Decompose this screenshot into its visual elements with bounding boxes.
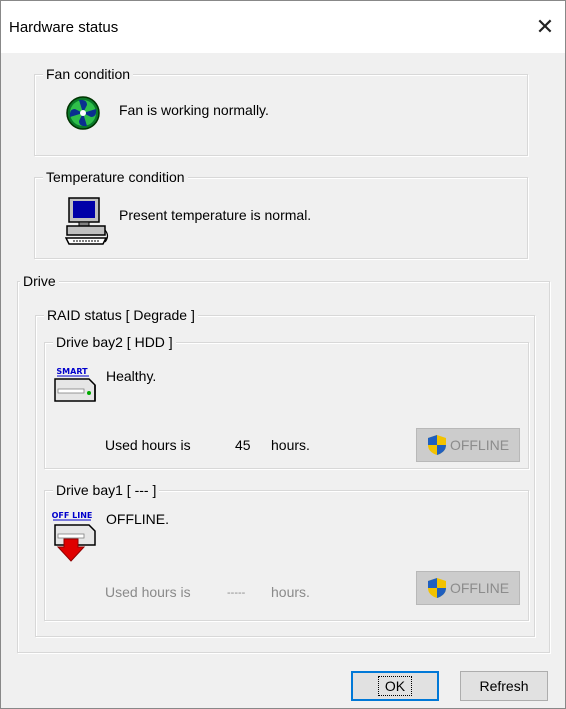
drive-bay2-used-unit: hours.	[271, 437, 310, 453]
drive-bay1-legend: Drive bay1 [ --- ]	[53, 481, 160, 499]
drive-bay1-used-value: -----	[227, 587, 246, 599]
drive-bay2-offline-button[interactable]: OFFLINE	[416, 428, 520, 462]
drive-bay1-used-label: Used hours is	[105, 584, 191, 600]
drive-bay1-offline-button[interactable]: OFFLINE	[416, 571, 520, 605]
drive-bay2-used-label: Used hours is	[105, 437, 191, 453]
smart-drive-icon: SMART	[54, 367, 96, 402]
drive-bay1-offline-label: OFFLINE	[449, 580, 510, 596]
refresh-button-label: Refresh	[479, 678, 529, 694]
ok-button-label: OK	[377, 676, 413, 696]
raid-status-legend: RAID status [ Degrade ]	[44, 306, 198, 324]
drive-bay2-group: Drive bay2 [ HDD ] SMART Healthy. Used h…	[44, 333, 529, 469]
fan-status-text: Fan is working normally.	[119, 102, 269, 118]
drive-group: Drive RAID status [ Degrade ] Drive bay2…	[17, 272, 550, 653]
offline-icon-label: OFF LINE	[52, 511, 93, 520]
ok-button[interactable]: OK	[351, 671, 439, 701]
drive-bay1-group: Drive bay1 [ --- ] OFF LINE OFFLINE. Use…	[44, 481, 529, 621]
drive-bay1-used-unit: hours.	[271, 584, 310, 600]
drive-bay1-status: OFFLINE.	[106, 511, 170, 527]
raid-status-group: RAID status [ Degrade ] Drive bay2 [ HDD…	[35, 306, 535, 637]
drive-bay2-offline-label: OFFLINE	[449, 437, 510, 453]
close-icon: ✕	[535, 14, 555, 39]
shield-icon	[427, 435, 446, 455]
fan-condition-group: Fan condition Fan is working normally.	[34, 65, 528, 156]
drive-bay2-status: Healthy.	[106, 368, 157, 384]
fan-condition-legend: Fan condition	[43, 65, 134, 83]
offline-drive-icon: OFF LINE	[52, 511, 96, 562]
temperature-status-text: Present temperature is normal.	[119, 207, 312, 223]
temperature-condition-group: Temperature condition Present temperatur…	[34, 168, 528, 259]
title-bar: Hardware status ✕	[1, 1, 565, 53]
hardware-status-dialog: Hardware status ✕ Fan condition Fan is w…	[0, 0, 566, 709]
drive-bay2-legend: Drive bay2 [ HDD ]	[53, 333, 176, 351]
refresh-button[interactable]: Refresh	[460, 671, 548, 701]
window-title: Hardware status	[9, 19, 119, 36]
drive-bay2-used-value: 45	[235, 437, 251, 453]
smart-icon-label: SMART	[56, 367, 88, 376]
computer-icon	[65, 197, 109, 245]
shield-icon	[427, 578, 446, 598]
drive-legend: Drive	[20, 272, 59, 290]
fan-icon	[66, 96, 100, 130]
close-button[interactable]: ✕	[525, 7, 565, 47]
temperature-condition-legend: Temperature condition	[43, 168, 188, 186]
